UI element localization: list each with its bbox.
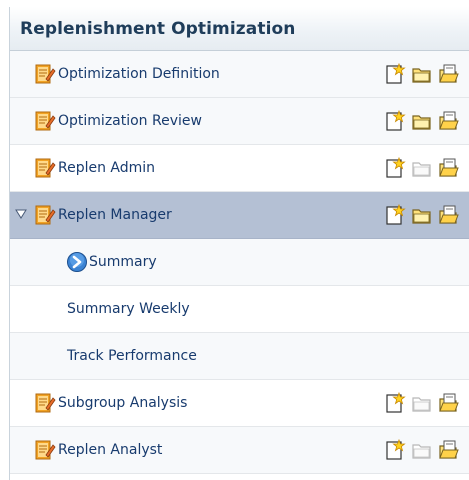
open-recent-workbook-icon[interactable]	[438, 204, 460, 226]
new-workbook-icon[interactable]	[384, 204, 406, 226]
new-workbook-icon[interactable]	[384, 157, 406, 179]
task-label[interactable]: Replen Admin	[58, 160, 155, 176]
open-workbook-disabled-icon	[412, 397, 431, 412]
panel-header: Replenishment Optimization	[10, 7, 469, 51]
step-summary[interactable]: Summary	[10, 239, 469, 286]
open-recent-workbook-icon[interactable]	[438, 110, 460, 132]
workbook-task-icon	[35, 158, 56, 178]
open-recent-workbook-icon[interactable]	[438, 63, 460, 85]
task-optimization-review[interactable]: Optimization Review	[10, 98, 469, 145]
open-workbook-icon[interactable]	[411, 204, 433, 226]
replenishment-optimization-panel: Replenishment Optimization Optimization …	[9, 7, 469, 480]
new-workbook-icon[interactable]	[384, 392, 406, 414]
workbook-task-icon	[35, 64, 56, 84]
workbook-task-icon	[35, 111, 56, 131]
step-label[interactable]: Summary	[89, 254, 157, 270]
workbook-task-icon	[35, 205, 56, 225]
open-recent-workbook-icon[interactable]	[438, 157, 460, 179]
open-workbook-disabled-icon	[412, 162, 431, 177]
open-workbook-disabled-icon	[412, 444, 431, 459]
task-actions	[384, 438, 469, 462]
expand-triangle-icon[interactable]	[15, 207, 27, 221]
task-replen-analyst[interactable]: Replen Analyst	[10, 427, 469, 474]
task-actions	[384, 156, 469, 180]
open-recent-workbook-icon[interactable]	[438, 439, 460, 461]
task-actions	[384, 109, 469, 133]
workbook-task-icon	[35, 440, 56, 460]
step-label[interactable]: Summary Weekly	[67, 301, 190, 317]
panel-title: Replenishment Optimization	[20, 18, 296, 39]
task-label[interactable]: Replen Manager	[58, 207, 172, 223]
open-workbook-icon[interactable]	[411, 110, 433, 132]
open-workbook-icon[interactable]	[411, 63, 433, 85]
task-replen-manager[interactable]: Replen Manager	[10, 192, 469, 239]
step-track-performance[interactable]: Track Performance	[10, 333, 469, 380]
step-label[interactable]: Track Performance	[67, 348, 197, 364]
task-replen-admin[interactable]: Replen Admin	[10, 145, 469, 192]
task-actions	[384, 62, 469, 86]
new-workbook-icon[interactable]	[384, 110, 406, 132]
open-recent-workbook-icon[interactable]	[438, 392, 460, 414]
new-workbook-icon[interactable]	[384, 63, 406, 85]
step-summary-weekly[interactable]: Summary Weekly	[10, 286, 469, 333]
task-actions	[384, 203, 469, 227]
task-label[interactable]: Replen Analyst	[58, 442, 162, 458]
task-subgroup-analysis[interactable]: Subgroup Analysis	[10, 380, 469, 427]
task-label[interactable]: Optimization Definition	[58, 66, 220, 82]
current-step-arrow-icon	[67, 252, 87, 272]
new-workbook-icon[interactable]	[384, 439, 406, 461]
task-optimization-definition[interactable]: Optimization Definition	[10, 51, 469, 98]
task-label[interactable]: Subgroup Analysis	[58, 395, 187, 411]
task-label[interactable]: Optimization Review	[58, 113, 202, 129]
workbook-task-icon	[35, 393, 56, 413]
task-actions	[384, 391, 469, 415]
